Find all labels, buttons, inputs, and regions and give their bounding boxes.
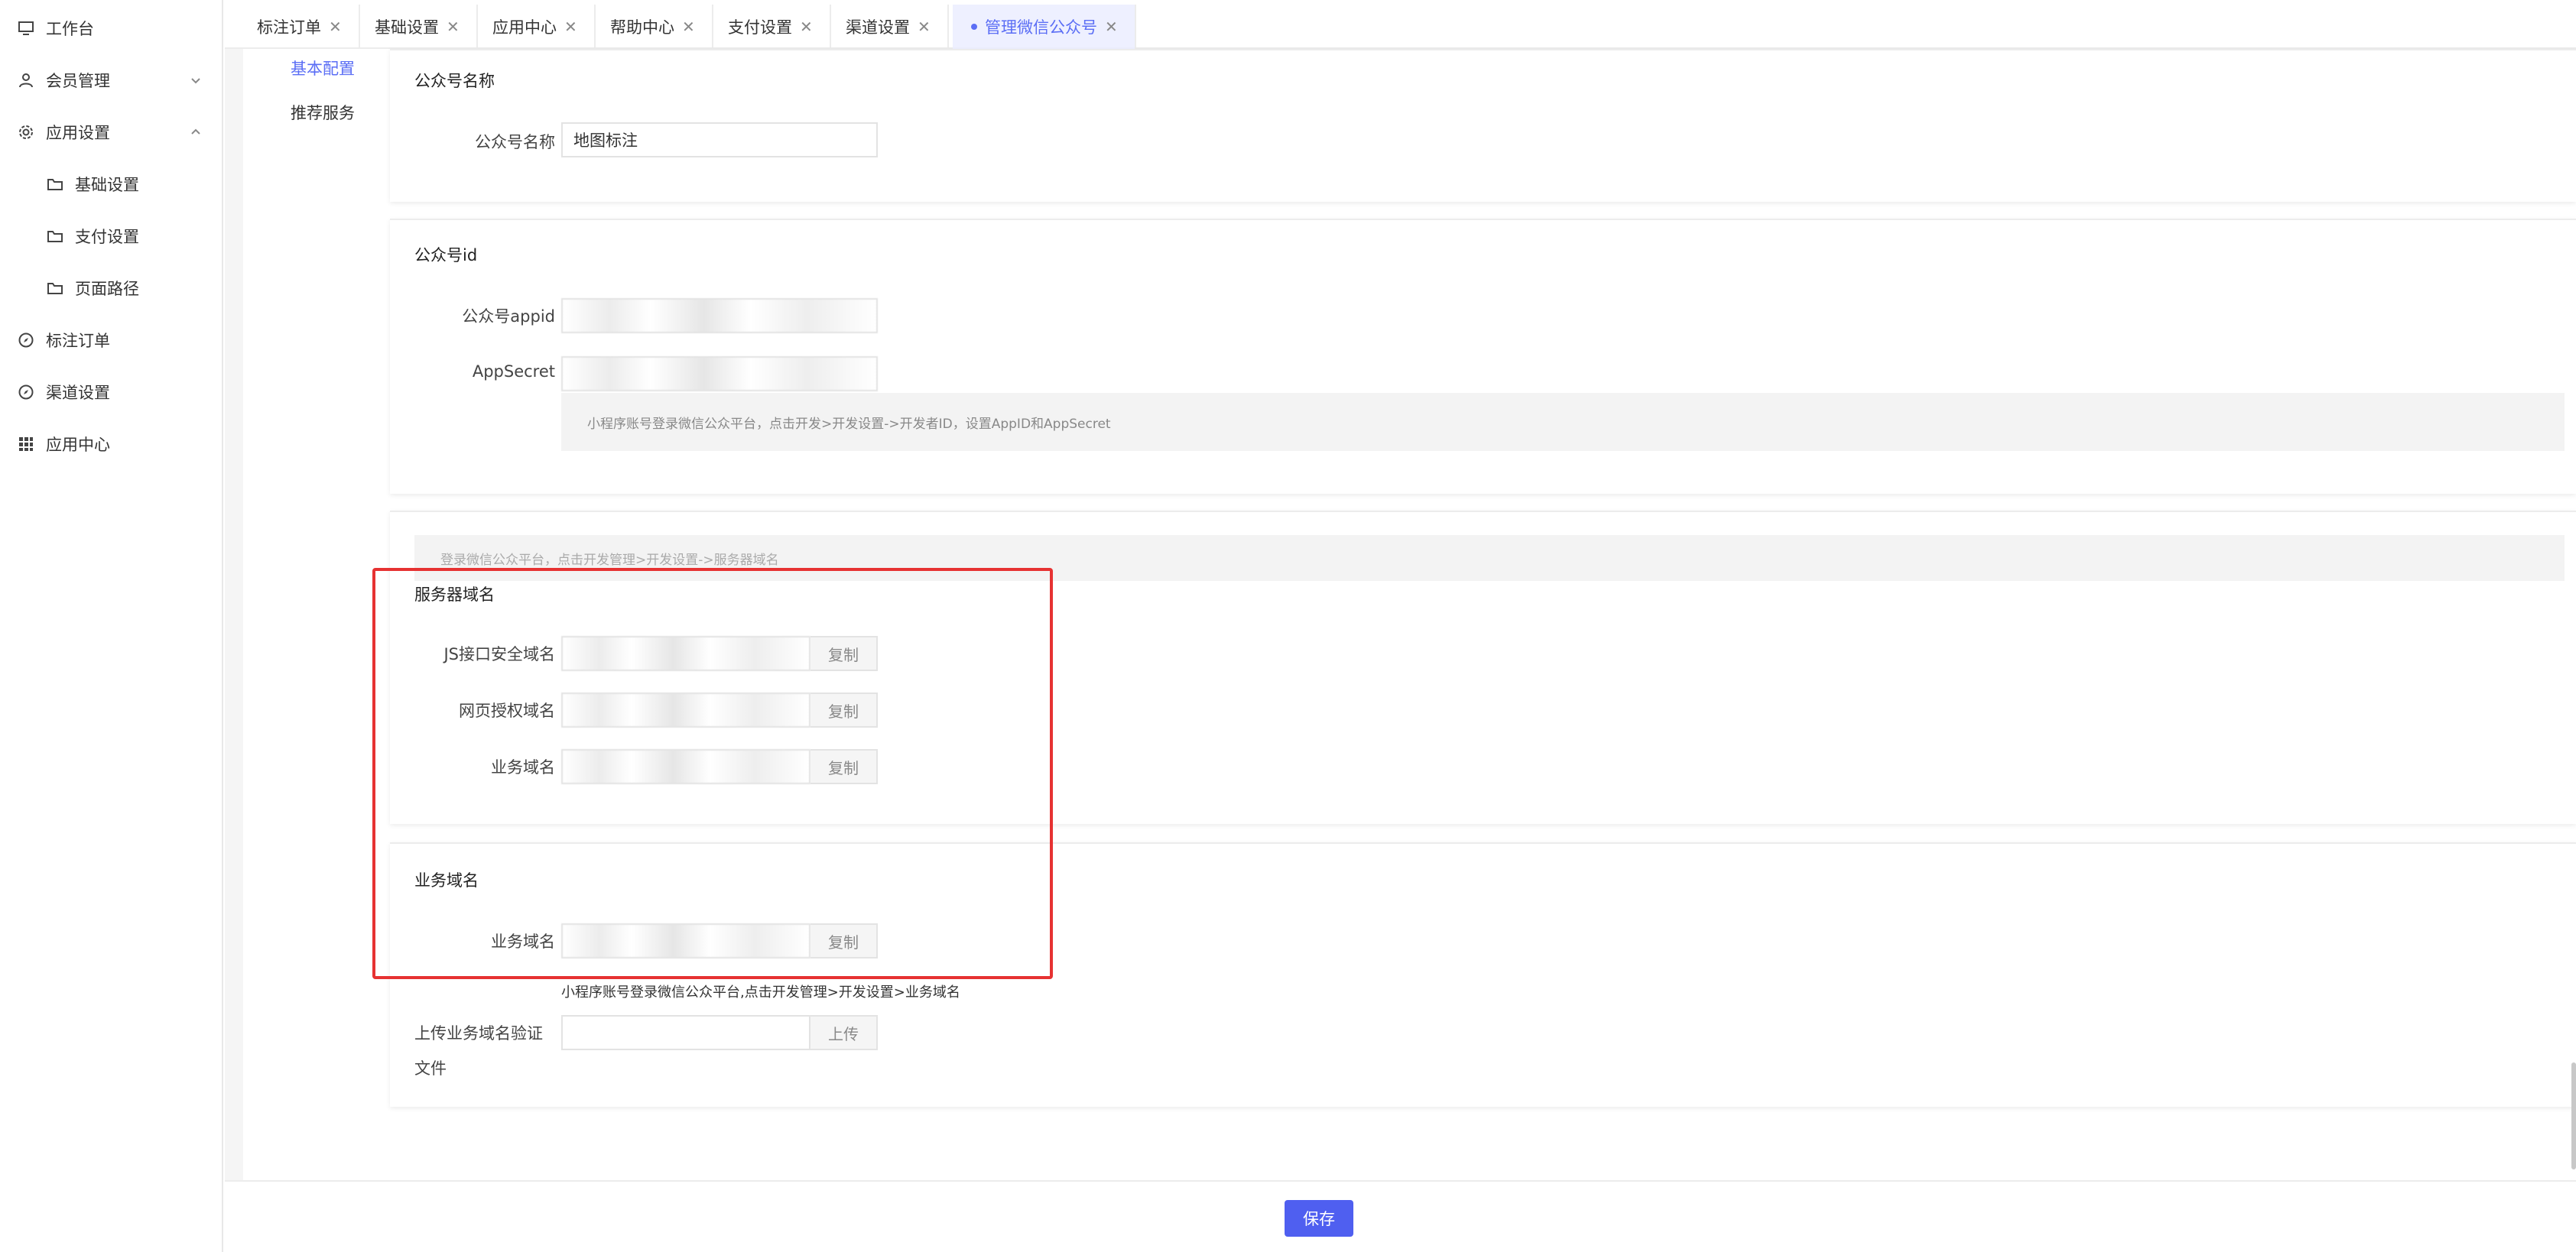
upload-button[interactable]: 上传 [810,1015,878,1050]
section-title: 公众号名称 [414,72,495,90]
sidebar-item-workbench[interactable]: 工作台 [0,8,223,49]
sidebar-item-label: 渠道设置 [46,384,110,402]
close-icon[interactable]: ✕ [564,18,577,36]
account-name-input[interactable]: 地图标注 [561,122,878,157]
tab-label: 标注订单 [257,18,321,37]
subnav-recommended-services[interactable]: 推荐服务 [291,101,355,124]
copy-button[interactable]: 复制 [810,923,878,958]
sidebar-item-label: 标注订单 [46,332,110,350]
oauth-domain-input[interactable] [561,692,810,728]
appsecret-input[interactable] [561,356,878,391]
close-icon[interactable]: ✕ [918,18,931,36]
section-title: 服务器域名 [414,585,495,604]
server-domain-hint: 登录微信公众平台，点击开发管理>开发设置->服务器域名 [414,535,2565,581]
footer-bar: 保存 [225,1180,2576,1247]
sidebar-item-label: 支付设置 [75,228,139,246]
sidebar-item-label: 工作台 [46,20,94,38]
tab-basic-settings[interactable]: 基础设置 ✕ [356,5,478,49]
tab-app-center[interactable]: 应用中心 ✕ [474,5,596,49]
sidebar-item-annotation-orders[interactable]: 标注订单 [0,319,223,361]
compass-icon [17,331,35,349]
close-icon[interactable]: ✕ [682,18,695,36]
tab-label: 管理微信公众号 [985,18,1097,37]
close-icon[interactable]: ✕ [1105,18,1118,36]
monitor-icon [17,19,35,37]
compass-icon [17,383,35,401]
biz-domain-input[interactable] [561,923,810,958]
biz-domain-label: 业务域名 [491,758,555,777]
close-icon[interactable]: ✕ [447,18,460,36]
biz-domain-label: 业务域名 [491,933,555,951]
sidebar-item-label: 基础设置 [75,176,139,194]
tab-label: 帮助中心 [610,18,674,37]
js-domain-input[interactable] [561,636,810,671]
folder-icon [46,227,64,245]
upload-label-cont: 文件 [414,1059,447,1078]
folder-icon [46,279,64,297]
tab-help-center[interactable]: 帮助中心 ✕ [592,5,713,49]
sidebar-item-app-center[interactable]: 应用中心 [0,423,223,465]
close-icon[interactable]: ✕ [800,18,813,36]
gear-icon [17,123,35,141]
tab-bar: 标注订单 ✕ 基础设置 ✕ 应用中心 ✕ 帮助中心 ✕ 支付设置 ✕ 渠道设置 ✕ 管理微信… [225,0,2576,49]
sidebar-item-label: 页面路径 [75,280,139,298]
appid-input[interactable] [561,298,878,333]
copy-button[interactable]: 复制 [810,692,878,728]
oauth-domain-label: 网页授权域名 [459,702,555,720]
sidebar-item-page-paths[interactable]: 页面路径 [0,268,223,309]
copy-button[interactable]: 复制 [810,749,878,784]
card-account-name: 公众号名称 公众号名称 地图标注 [390,49,2576,202]
section-title: 公众号id [414,246,478,264]
sidebar-item-label: 会员管理 [46,72,110,90]
section-title: 业务域名 [414,871,479,890]
chevron-up-icon [188,125,203,140]
sidebar-item-members[interactable]: 会员管理 [0,60,223,101]
card-business-domain: 业务域名 业务域名 复制 小程序账号登录微信公众平台,点击开发管理>开发设置>业… [390,842,2576,1107]
close-icon[interactable]: ✕ [329,18,342,36]
tab-payment-settings[interactable]: 支付设置 ✕ [710,5,831,49]
biz-domain-input[interactable] [561,749,810,784]
sidebar-item-label: 应用设置 [46,124,110,142]
sidebar-item-channel-settings[interactable]: 渠道设置 [0,371,223,413]
tab-label: 基础设置 [375,18,439,37]
tab-wechat-official-account[interactable]: 管理微信公众号 ✕ [953,5,1136,49]
sidebar: 工作台 会员管理 应用设置 基础设置 支付设置 页面路径 标注订单 渠道设置 应… [0,0,223,1252]
scrollbar[interactable] [2571,1062,2576,1169]
appsecret-label: AppSecret [472,362,555,381]
sidebar-item-basic-settings[interactable]: 基础设置 [0,164,223,205]
tab-label: 支付设置 [728,18,792,37]
user-icon [17,71,35,89]
tab-annotation-orders[interactable]: 标注订单 ✕ [239,5,360,49]
tab-label: 应用中心 [492,18,557,37]
tab-channel-settings[interactable]: 渠道设置 ✕ [827,5,949,49]
sidebar-item-label: 应用中心 [46,436,110,454]
subnav-basic-config[interactable]: 基本配置 [291,57,355,79]
biz-domain-hint: 小程序账号登录微信公众平台,点击开发管理>开发设置>业务域名 [561,984,960,1001]
card-server-domain: 登录微信公众平台，点击开发管理>开发设置->服务器域名 服务器域名 JS接口安全… [390,511,2576,824]
grid-icon [17,435,35,453]
tab-label: 渠道设置 [846,18,910,37]
js-domain-label: JS接口安全域名 [443,645,555,663]
active-dot [971,24,977,30]
sidebar-item-app-settings[interactable]: 应用设置 [0,112,223,153]
appid-label: 公众号appid [462,307,555,326]
sidebar-item-payment-settings[interactable]: 支付设置 [0,216,223,257]
account-name-label: 公众号名称 [475,133,555,151]
copy-button[interactable]: 复制 [810,636,878,671]
upload-file-input[interactable] [561,1015,810,1050]
upload-label: 上传业务域名验证 [414,1024,543,1043]
card-account-id: 公众号id 公众号appid AppSecret 小程序账号登录微信公众平台，点… [390,219,2576,494]
appid-hint: 小程序账号登录微信公众平台，点击开发>开发设置->开发者ID，设置AppID和A… [561,393,2565,451]
save-button[interactable]: 保存 [1285,1200,1353,1237]
folder-icon [46,175,64,193]
chevron-down-icon [188,73,203,88]
